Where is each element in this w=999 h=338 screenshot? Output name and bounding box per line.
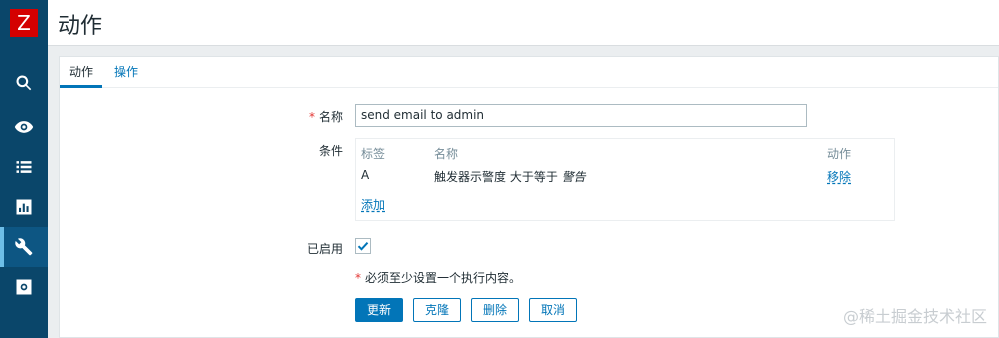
required-marker: * <box>308 110 315 124</box>
checkmark-icon <box>357 242 369 251</box>
required-note-text: 必须至少设置一个执行内容。 <box>365 271 522 285</box>
sidebar-item-monitoring[interactable] <box>0 107 48 147</box>
eye-icon <box>14 121 34 133</box>
action-form-panel: 动作 操作 * 名称 send email to admin 条件 标签 名称 动… <box>59 56 999 338</box>
sidebar-item-configuration[interactable] <box>0 227 48 267</box>
search-icon <box>16 75 32 91</box>
condition-severity: 警告 <box>561 170 586 184</box>
add-condition-link[interactable]: 添加 <box>361 196 385 213</box>
zabbix-logo[interactable]: Z <box>10 9 38 37</box>
column-header-action: 动作 <box>827 147 852 161</box>
cancel-button[interactable]: 取消 <box>529 298 577 322</box>
name-label: 名称 <box>318 110 343 124</box>
sidebar-item-administration[interactable] <box>0 267 48 307</box>
required-note-marker: * <box>355 271 361 285</box>
list-icon <box>16 161 32 173</box>
sidebar-item-search[interactable] <box>0 63 48 103</box>
remove-condition-link[interactable]: 移除 <box>827 168 851 185</box>
sidebar-item-reports[interactable] <box>0 187 48 227</box>
tab-operations[interactable]: 操作 <box>105 57 147 88</box>
conditions-label: 条件 <box>318 144 343 158</box>
tab-bar: 动作 操作 <box>60 57 998 88</box>
update-button[interactable]: 更新 <box>355 298 403 322</box>
watermark: @稀土掘金技术社区 <box>842 307 987 326</box>
chart-icon <box>16 199 32 215</box>
page-header: 动作 <box>48 0 999 46</box>
sidebar-item-inventory[interactable] <box>0 147 48 187</box>
clone-button[interactable]: 克隆 <box>413 298 461 322</box>
conditions-table: 标签 名称 动作 A 触发器示警度 大于等于 警告 移除 添加 <box>355 138 895 221</box>
delete-button[interactable]: 删除 <box>471 298 519 322</box>
condition-name: 触发器示警度 大于等于 警告 <box>434 168 586 185</box>
required-note: * 必须至少设置一个执行内容。 <box>355 269 521 286</box>
page-title: 动作 <box>58 14 103 39</box>
name-input[interactable]: send email to admin <box>355 104 807 127</box>
tab-action[interactable]: 动作 <box>60 57 103 88</box>
gear-icon <box>16 279 32 295</box>
enabled-label: 已启用 <box>306 242 343 256</box>
condition-tag: A <box>361 168 370 182</box>
sidebar: Z <box>0 0 48 338</box>
condition-name-text: 触发器示警度 大于等于 <box>434 170 562 184</box>
column-header-tag: 标签 <box>361 147 386 161</box>
column-header-name: 名称 <box>434 147 459 161</box>
wrench-icon <box>15 238 33 256</box>
name-label-row: * 名称 <box>309 108 343 125</box>
enabled-checkbox[interactable] <box>355 238 371 254</box>
